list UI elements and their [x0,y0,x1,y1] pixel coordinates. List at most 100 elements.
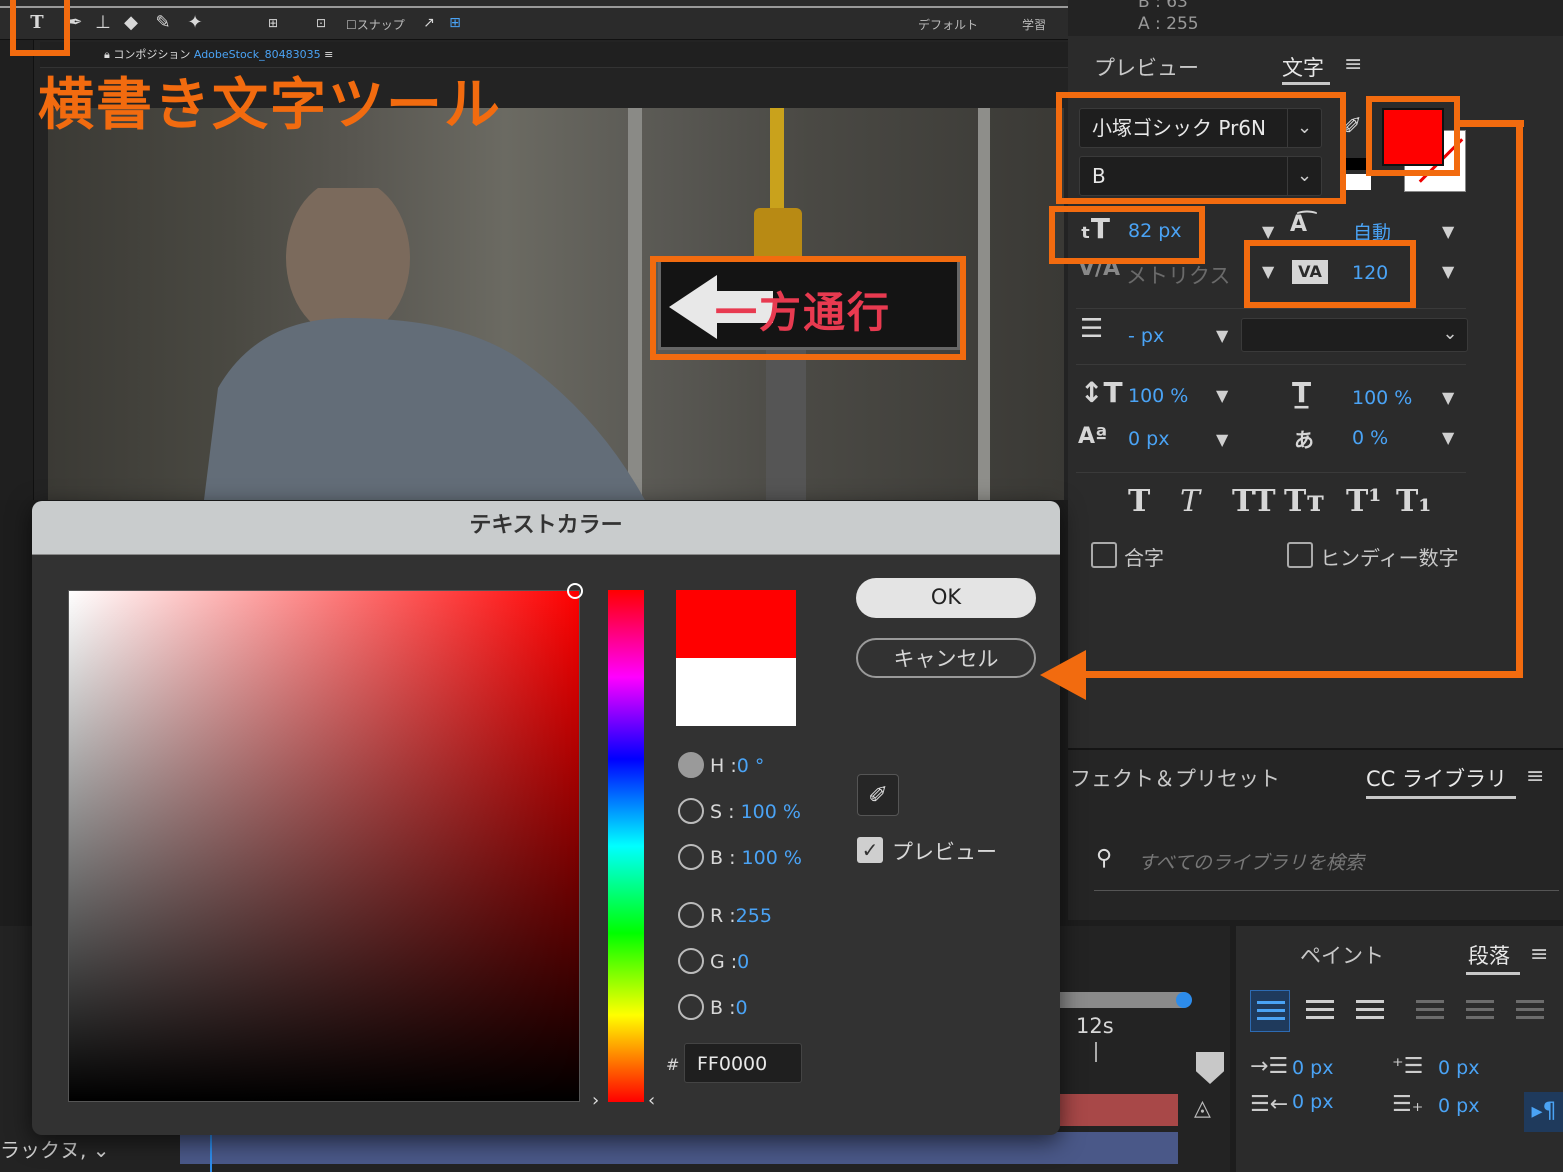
baseline-shift-value[interactable]: 0 px [1128,428,1169,450]
align-icon[interactable]: ⊞ [262,12,284,34]
workspace-default[interactable]: デフォルト [918,16,978,33]
hue-slider-right-arrow-icon[interactable]: ‹ [648,1090,655,1111]
space-after-value[interactable]: 0 px [1438,1095,1479,1117]
layer-bar-video[interactable] [180,1132,1178,1164]
snap-toggle[interactable]: ☐スナップ [346,16,405,33]
info-alpha-value: A : 255 [1138,14,1199,34]
red-radio[interactable] [678,902,704,928]
hue-slider-left-arrow-icon[interactable]: › [592,1090,599,1111]
original-color-swatch[interactable] [676,658,796,726]
font-size-dropdown-arrow[interactable]: ▼ [1262,222,1274,241]
green-field[interactable]: G :0 [710,951,749,973]
tab-paragraph[interactable]: 段落 [1468,940,1510,970]
character-panel-menu-icon[interactable]: ≡ [1344,52,1362,77]
annotation-box-font-size [1049,206,1205,264]
saturation-brightness-field[interactable] [68,590,580,1102]
baseline-shift-dropdown-arrow[interactable]: ▼ [1216,430,1228,449]
hindi-digits-checkbox[interactable] [1287,542,1313,568]
libraries-menu-icon[interactable]: ≡ [1526,764,1544,789]
horizontal-scale-value[interactable]: 100 % [1352,387,1412,409]
space-before-value[interactable]: 0 px [1438,1057,1479,1079]
library-search-input[interactable]: すべてのライブラリを検索 [1138,848,1364,875]
divider [1076,472,1466,473]
justify-center-button[interactable] [1460,990,1500,1032]
blue-field[interactable]: B :0 [710,997,748,1019]
faux-bold-button[interactable]: T [1128,484,1150,519]
cancel-button[interactable]: キャンセル [856,638,1036,678]
superscript-button[interactable]: T¹ [1346,484,1381,519]
local-axis-icon[interactable]: ⊡ [310,12,332,34]
snap-label: スナップ [356,18,405,32]
horizontal-scale-dropdown-arrow[interactable]: ▼ [1442,388,1454,407]
brightness-field[interactable]: B : 100 % [710,847,802,869]
justify-left-button[interactable] [1410,990,1450,1032]
layer-name[interactable]: ラックヌ, ⌄ [0,1134,109,1163]
annotation-caption: 横書き文字ツール [38,73,502,138]
preview-checkbox[interactable]: ✓ [857,837,883,863]
ligatures-checkbox[interactable] [1091,542,1117,568]
tab-effects-presets[interactable]: フェクト＆プリセット [1070,763,1280,793]
annotation-box-text-layer [650,256,966,360]
small-caps-button[interactable]: Tт [1284,484,1325,519]
search-underline [1094,890,1559,891]
indent-left-value[interactable]: 0 px [1292,1057,1333,1079]
brightness-radio[interactable] [678,844,704,870]
dialog-eyedropper-button[interactable]: ✐ [857,774,899,816]
indent-left-icon: →☰ [1250,1054,1289,1079]
vertical-scale-dropdown-arrow[interactable]: ▼ [1216,386,1228,405]
hue-radio[interactable] [678,752,704,778]
green-radio[interactable] [678,948,704,974]
hex-color-input[interactable]: FF0000 [684,1043,802,1083]
tab-paint[interactable]: ペイント [1300,940,1384,970]
tab-cc-libraries[interactable]: CC ライブラリ [1366,763,1507,793]
snap-arrow-icon[interactable]: ↗ [418,12,440,34]
tab-character-underline [1282,82,1330,85]
text-direction-icon[interactable]: ▸¶ [1524,1092,1563,1132]
color-picker-cursor[interactable] [567,583,583,599]
tracking-dropdown-arrow[interactable]: ▼ [1442,262,1454,281]
align-center-button[interactable] [1300,990,1340,1032]
divider [1076,364,1466,365]
eraser-tool-icon[interactable]: ◆ [120,12,142,34]
workspace-learn[interactable]: 学習 [1022,16,1046,33]
subscript-button[interactable]: T₁ [1396,484,1431,519]
roto-brush-tool-icon[interactable]: ✎ [152,12,174,34]
chevron-down-icon: ⌄ [1442,323,1458,344]
blue-label: B : [710,997,736,1019]
zoom-icon[interactable]: ◬ [1194,1096,1211,1121]
indent-right-icon: ☰← [1250,1092,1289,1117]
stroke-style-dropdown[interactable]: ⌄ [1241,318,1468,352]
tab-preview[interactable]: プレビュー [1094,52,1199,82]
annotation-box-tracking [1244,240,1416,308]
saturation-field[interactable]: S : 100 % [710,801,801,823]
snap-target-icon[interactable]: ⊞ [444,12,466,34]
stroke-width-dropdown-arrow[interactable]: ▼ [1216,326,1228,345]
align-right-button[interactable] [1350,990,1390,1032]
ok-button[interactable]: OK [856,578,1036,618]
layer-bar-text[interactable] [1060,1094,1178,1126]
work-area-bar[interactable] [1060,992,1184,1008]
hue-slider[interactable] [608,590,644,1102]
puppet-pin-tool-icon[interactable]: ✦ [184,12,206,34]
leading-dropdown-arrow[interactable]: ▼ [1442,222,1454,241]
stamp-tool-icon[interactable]: ⊥ [92,12,114,34]
all-caps-button[interactable]: TT [1232,484,1276,519]
paragraph-menu-icon[interactable]: ≡ [1530,942,1548,967]
faux-italic-button[interactable]: T [1180,484,1200,519]
marker-icon[interactable] [1196,1052,1224,1084]
indent-right-value[interactable]: 0 px [1292,1091,1333,1113]
swatch-white[interactable] [1343,174,1371,190]
vertical-scale-value[interactable]: 100 % [1128,385,1188,407]
tab-character[interactable]: 文字 [1282,52,1324,82]
work-area-end-handle[interactable] [1176,992,1192,1008]
tsume-dropdown-arrow[interactable]: ▼ [1442,428,1454,447]
hue-field[interactable]: H :0 ° [710,755,764,777]
saturation-radio[interactable] [678,798,704,824]
blue-radio[interactable] [678,994,704,1020]
kerning-value[interactable]: メトリクス [1126,260,1230,290]
justify-right-button[interactable] [1510,990,1550,1032]
tsume-value[interactable]: 0 % [1352,427,1388,449]
red-field[interactable]: R :255 [710,905,772,927]
align-left-button[interactable] [1250,990,1290,1032]
stroke-width-value[interactable]: - px [1128,325,1164,347]
